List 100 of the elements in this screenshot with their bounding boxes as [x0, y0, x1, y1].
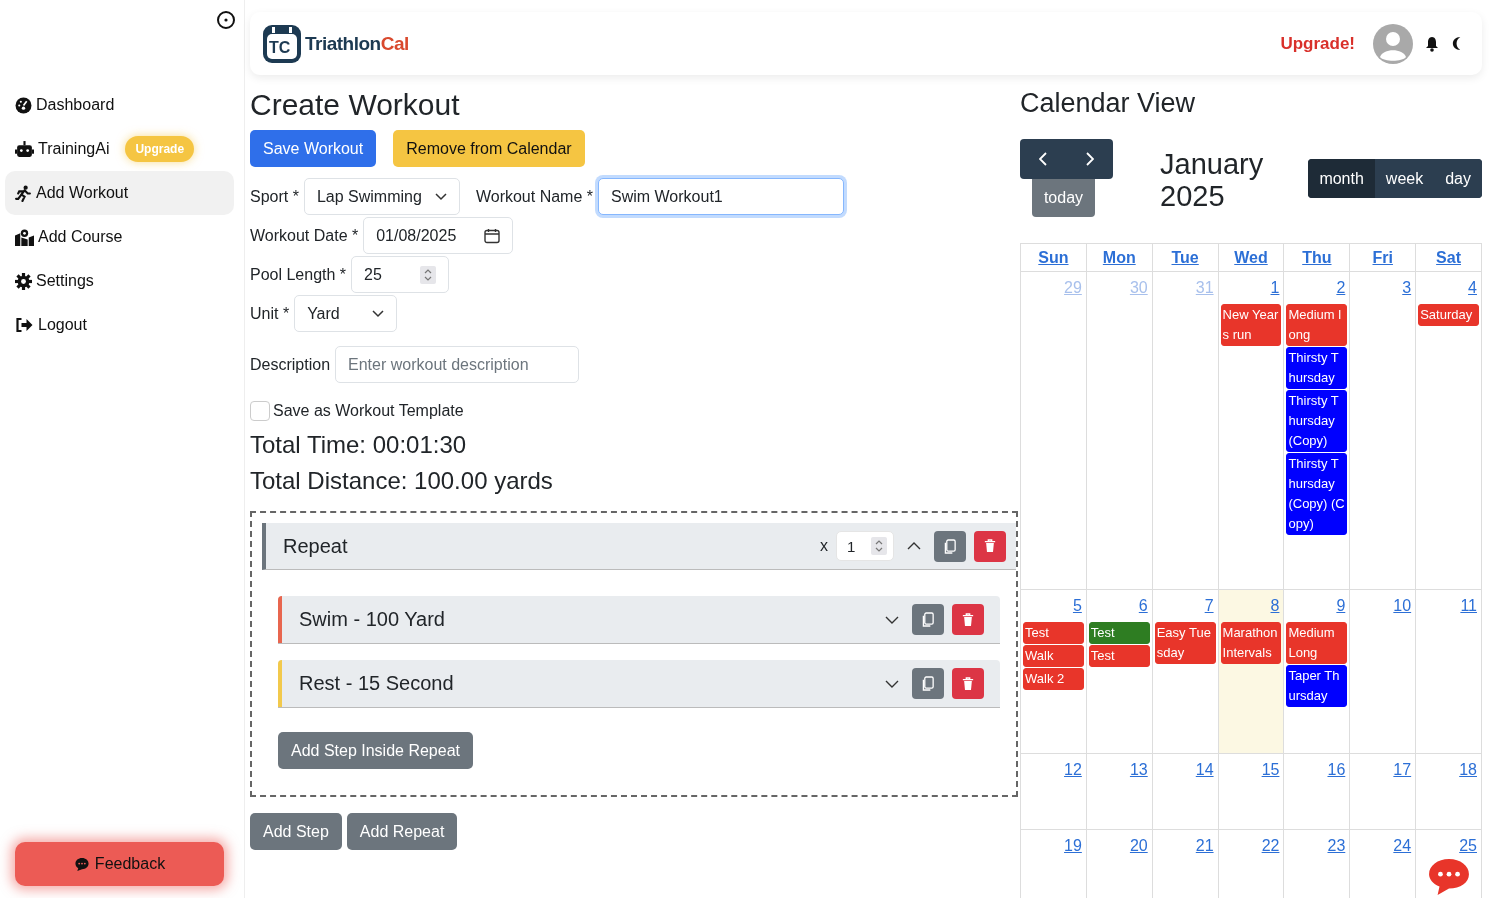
remove-button[interactable]: Remove from Calendar: [393, 130, 585, 167]
bell-icon[interactable]: [1425, 35, 1439, 52]
day-number[interactable]: 12: [1062, 754, 1084, 785]
weekday-link[interactable]: Mon: [1086, 244, 1153, 272]
delete-button[interactable]: [974, 530, 1006, 562]
day-number[interactable]: 22: [1259, 830, 1282, 861]
calendar-event[interactable]: Walk 2: [1023, 668, 1084, 690]
calendar-event[interactable]: Medium long: [1286, 304, 1348, 346]
target-icon[interactable]: [216, 10, 236, 30]
day-number[interactable]: 1: [1268, 272, 1282, 303]
day-number[interactable]: 14: [1193, 754, 1216, 785]
map-pin-icon: [15, 228, 34, 246]
calendar-event[interactable]: Test: [1023, 622, 1084, 644]
delete-button[interactable]: [952, 604, 984, 635]
calendar-event[interactable]: Test: [1088, 622, 1150, 644]
step-title: Swim - 100 Yard: [299, 608, 446, 631]
calendar-event[interactable]: New Years run: [1220, 304, 1282, 346]
trash-icon: [962, 676, 974, 691]
add-button[interactable]: Add Repeat: [346, 813, 458, 850]
calendar-event[interactable]: Saturday: [1418, 304, 1479, 326]
copy-button[interactable]: [912, 668, 944, 699]
description-field[interactable]: Enter workout description: [335, 346, 580, 383]
view-button[interactable]: month: [1308, 159, 1375, 198]
day-number[interactable]: 23: [1325, 830, 1348, 861]
nav-item[interactable]: TrainingAi Upgrade: [5, 127, 234, 171]
total-distance: Total Distance: 100.00 yards: [250, 467, 554, 495]
pool-length-field[interactable]: 25: [351, 256, 450, 293]
day-number[interactable]: 15: [1259, 754, 1282, 785]
calendar-event[interactable]: Thirsty Thursday (Copy): [1286, 390, 1348, 452]
weekday-link[interactable]: Sun: [1021, 244, 1087, 272]
workout-name-field[interactable]: Swim Workout1: [598, 178, 844, 215]
copy-button[interactable]: [912, 604, 944, 635]
day-number[interactable]: 24: [1391, 830, 1414, 861]
copy-button[interactable]: [934, 530, 966, 562]
calendar-event[interactable]: Medium Long: [1286, 622, 1348, 664]
add-step-inside-button[interactable]: Add Step Inside Repeat: [278, 732, 473, 769]
nav-item[interactable]: Settings: [5, 259, 234, 303]
calendar-event[interactable]: Easy Tuesday: [1154, 622, 1216, 664]
chevron-down-icon: [372, 309, 385, 318]
unit-select[interactable]: Yard: [294, 295, 398, 332]
day-number[interactable]: 5: [1070, 590, 1084, 621]
day-number[interactable]: 9: [1334, 590, 1348, 621]
runner-icon: [15, 184, 32, 202]
day-number[interactable]: 16: [1325, 754, 1348, 785]
day-number[interactable]: 20: [1127, 830, 1150, 861]
weekday-link[interactable]: Tue: [1152, 244, 1219, 272]
calendar-icon: [484, 227, 501, 244]
weekday-link[interactable]: Wed: [1218, 244, 1285, 272]
times-label: x: [820, 537, 828, 555]
repeat-count-field[interactable]: 1: [836, 531, 894, 561]
day-number[interactable]: 18: [1457, 754, 1479, 785]
chevron-left-icon: [1039, 152, 1048, 166]
calendar-event[interactable]: Thirsty Thursday (Copy) (Copy): [1286, 453, 1348, 535]
day-number[interactable]: 8: [1268, 590, 1282, 621]
chevron-up-icon[interactable]: [907, 542, 921, 550]
upgrade-link[interactable]: Upgrade!: [1280, 33, 1355, 54]
field-label: Workout Name *: [475, 187, 593, 206]
day-number[interactable]: 11: [1458, 590, 1479, 621]
field-label: Workout Date *: [250, 226, 359, 245]
day-number[interactable]: 4: [1466, 272, 1479, 303]
template-checkbox[interactable]: [250, 401, 270, 421]
day-number[interactable]: 21: [1193, 830, 1216, 861]
step-title: Rest - 15 Second: [299, 672, 455, 695]
calendar-event[interactable]: Thirsty Thursday: [1286, 347, 1348, 389]
nav-item[interactable]: Logout: [5, 303, 234, 347]
day-number[interactable]: 10: [1391, 590, 1414, 621]
avatar-icon[interactable]: [1373, 23, 1413, 64]
nav-label: Add Workout: [36, 184, 129, 202]
weekday-link[interactable]: Sat: [1416, 244, 1482, 272]
logo-text[interactable]: TriathlonCal: [305, 32, 409, 55]
day-number[interactable]: 6: [1136, 590, 1150, 621]
calendar-event[interactable]: Taper Thursday: [1286, 665, 1348, 707]
day-number[interactable]: 25: [1457, 830, 1479, 861]
date-field[interactable]: 01/08/2025: [363, 217, 514, 254]
calendar-logo-icon: [262, 23, 302, 64]
today-button[interactable]: today: [1032, 179, 1095, 217]
weekday-link[interactable]: Fri: [1350, 244, 1417, 272]
weekday-link[interactable]: Thu: [1284, 244, 1351, 272]
sport-select[interactable]: Lap Swimming: [303, 178, 460, 215]
chevron-down-icon[interactable]: [885, 679, 899, 688]
calendar-event[interactable]: Test: [1088, 645, 1150, 667]
add-button[interactable]: Add Step: [250, 813, 342, 850]
day-number[interactable]: 17: [1391, 754, 1414, 785]
feedback-button[interactable]: Feedback: [15, 842, 224, 886]
day-number[interactable]: 13: [1127, 754, 1150, 785]
nav-item[interactable]: Add Workout: [5, 171, 234, 215]
day-number[interactable]: 19: [1062, 830, 1084, 861]
day-number[interactable]: 2: [1334, 272, 1348, 303]
nav-label: Add Course: [38, 228, 123, 246]
gauge-icon: [15, 96, 32, 114]
delete-button[interactable]: [952, 668, 984, 699]
save-button[interactable]: Save Workout: [250, 130, 377, 167]
day-number[interactable]: 7: [1202, 590, 1216, 621]
nav-item[interactable]: Add Course: [5, 215, 234, 259]
day-number[interactable]: 3: [1400, 272, 1414, 303]
chat-bubble-icon[interactable]: [1428, 858, 1470, 896]
calendar-event[interactable]: Walk: [1023, 645, 1084, 667]
nav-item[interactable]: Dashboard: [5, 83, 234, 127]
chevron-down-icon[interactable]: [885, 615, 899, 624]
calendar-event[interactable]: Marathon Intervals: [1220, 622, 1282, 664]
